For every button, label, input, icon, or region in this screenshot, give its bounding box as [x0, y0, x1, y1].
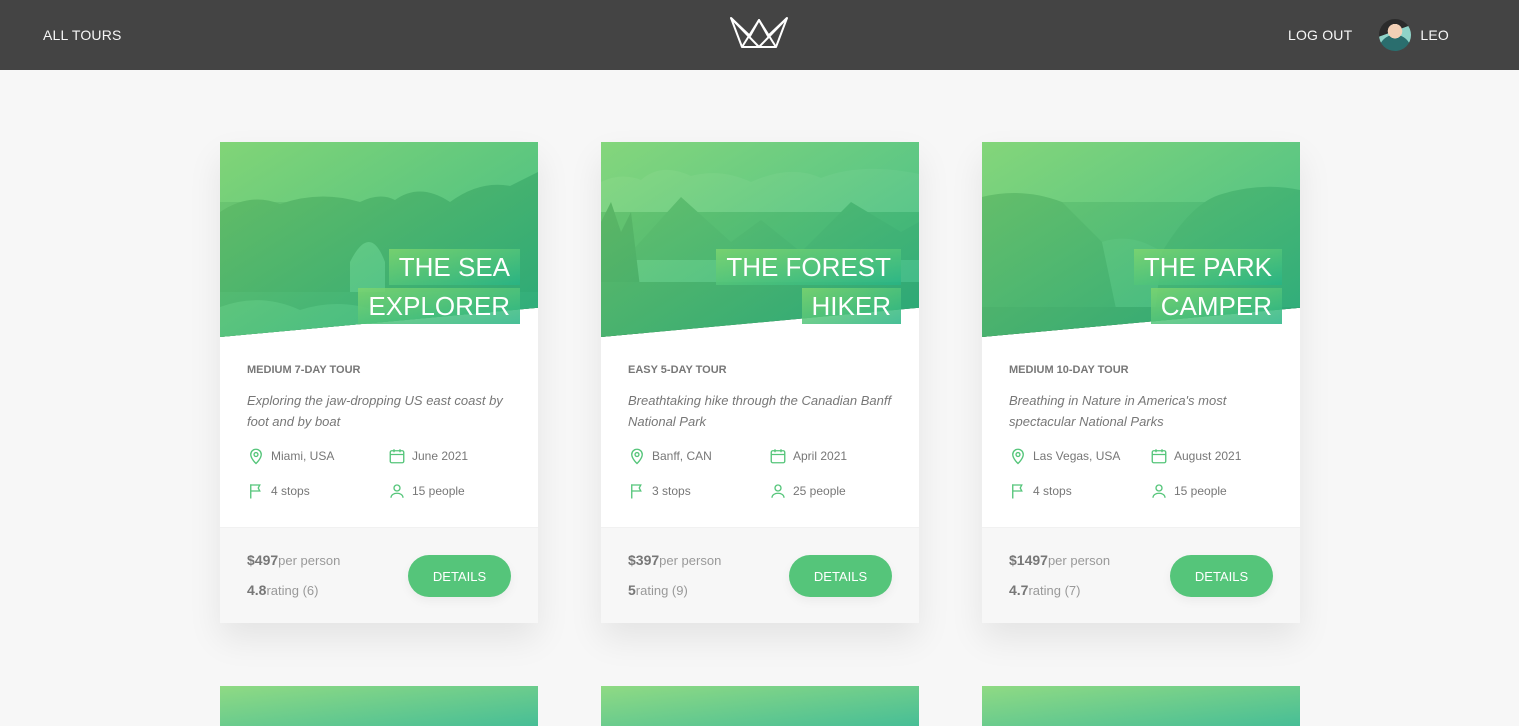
user-menu[interactable]: Leo	[1379, 19, 1476, 51]
card-details: Medium 10-day tour Breathing in Nature i…	[982, 337, 1300, 529]
details-button[interactable]: Details	[408, 555, 511, 597]
avatar	[1379, 19, 1412, 51]
card-location: Miami, USA	[247, 447, 334, 465]
map-pin-icon	[631, 448, 643, 465]
flag-icon	[1012, 484, 1023, 499]
card-details: Medium 7-day tour Exploring the jaw-drop…	[220, 337, 538, 529]
top-nav: All tours Log out Leo	[0, 0, 1519, 70]
card-people: 15 people	[388, 482, 465, 500]
card-subheading: Medium 7-day tour	[247, 364, 361, 376]
card-date: August 2021	[1150, 447, 1241, 465]
calendar-icon	[1151, 449, 1167, 464]
card-footer: $497per person 4.8rating (6) Details	[220, 527, 538, 623]
logout-link[interactable]: Log out	[1288, 27, 1352, 43]
card-people: 15 people	[1150, 482, 1227, 500]
map-pin-icon	[250, 448, 262, 465]
card-subheading: Easy 5-day tour	[628, 364, 727, 376]
map-pin-icon	[1012, 448, 1024, 465]
card-title: The Forest Hiker	[701, 248, 901, 326]
calendar-icon	[770, 449, 786, 464]
card-stops: 3 stops	[628, 482, 691, 500]
tour-card-forest-hiker: The Forest Hiker Easy 5-day tour Breathta…	[601, 142, 919, 623]
card-footer: $397per person 5rating (9) Details	[601, 527, 919, 623]
tour-card-peek[interactable]	[220, 686, 538, 726]
user-name: Leo	[1420, 27, 1449, 43]
tour-card-park-camper: The Park Camper Medium 10-day tour Breath…	[982, 142, 1300, 623]
card-title: The Park Camper	[1082, 248, 1282, 326]
user-icon	[390, 484, 404, 498]
card-date: April 2021	[769, 447, 847, 465]
card-footer: $1497per person 4.7rating (7) Details	[982, 527, 1300, 623]
all-tours-link[interactable]: All tours	[43, 27, 122, 43]
card-details: Easy 5-day tour Breathtaking hike throug…	[601, 337, 919, 529]
header-right: Log out Leo	[1288, 19, 1476, 51]
flag-icon	[250, 484, 261, 499]
card-people: 25 people	[769, 482, 846, 500]
card-stops: 4 stops	[1009, 482, 1072, 500]
tour-card-peek[interactable]	[601, 686, 919, 726]
card-stops: 4 stops	[247, 482, 310, 500]
tour-card-peek[interactable]	[982, 686, 1300, 726]
card-subheading: Medium 10-day tour	[1009, 364, 1129, 376]
tour-card-sea-explorer: The Sea Explorer Medium 7-day tour Explor…	[220, 142, 538, 623]
details-button[interactable]: Details	[1170, 555, 1273, 597]
card-summary: Exploring the jaw-dropping US east coast…	[247, 393, 503, 429]
card-date: June 2021	[388, 447, 468, 465]
user-icon	[1152, 484, 1166, 498]
card-summary: Breathtaking hike through the Canadian B…	[628, 393, 892, 429]
calendar-icon	[389, 449, 405, 464]
card-summary: Breathing in Nature in America's most sp…	[1009, 393, 1227, 429]
card-title: The Sea Explorer	[320, 248, 520, 326]
details-button[interactable]: Details	[789, 555, 892, 597]
crown-logo-icon[interactable]	[728, 14, 790, 50]
card-location: Banff, CAN	[628, 447, 712, 465]
card-location: Las Vegas, USA	[1009, 447, 1120, 465]
flag-icon	[631, 484, 642, 499]
user-icon	[771, 484, 785, 498]
